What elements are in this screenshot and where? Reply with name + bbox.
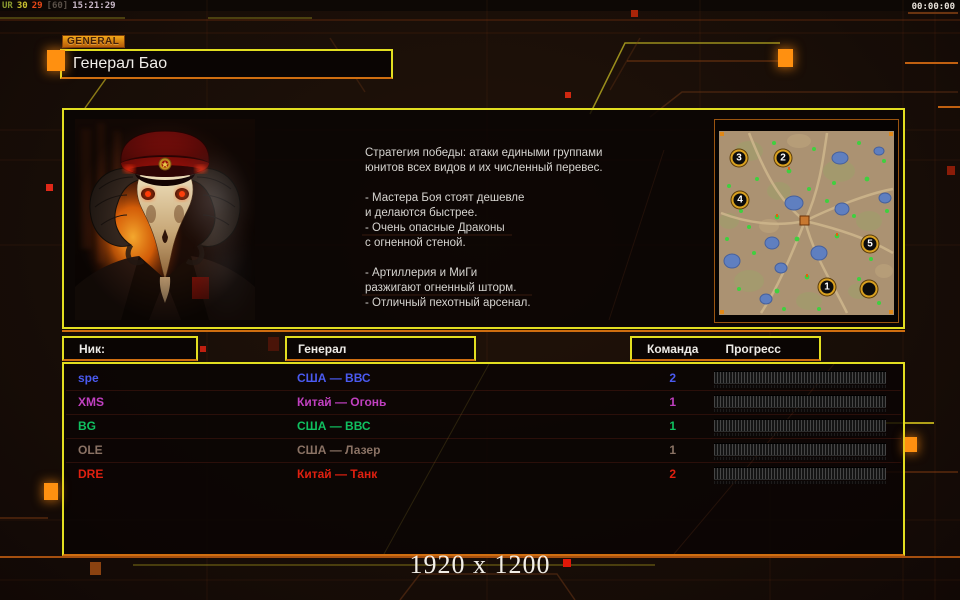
minimap: 3 2 4 5 1 xyxy=(714,119,899,323)
column-header-general: Генерал xyxy=(285,336,476,361)
debug-part: UR xyxy=(2,1,13,11)
map-start-position: 5 xyxy=(861,235,879,253)
deco-square xyxy=(200,346,206,352)
player-row: XMS Китай — Огонь 1 xyxy=(64,391,903,415)
deco-square xyxy=(565,92,571,98)
deco-square xyxy=(90,562,101,575)
player-general: Китай — Танк xyxy=(297,467,378,481)
player-row: BG США — ВВС 1 xyxy=(64,415,903,439)
deco-square xyxy=(631,10,638,17)
map-start-position: 4 xyxy=(731,191,749,209)
minimap-image: 3 2 4 5 1 xyxy=(719,131,894,315)
player-progress-bar xyxy=(714,467,886,484)
description-line xyxy=(365,176,675,191)
nick-header-label: Ник: xyxy=(79,341,106,356)
player-team: 1 xyxy=(669,395,676,409)
column-header-team-progress: Команда Прогресс xyxy=(630,336,821,361)
player-row: OLE США — Лазер 1 xyxy=(64,439,903,463)
player-progress-bar xyxy=(714,419,886,436)
debug-readout: UR 30 29 [60] 15:21:29 xyxy=(2,1,120,11)
player-row: spe США — ВВС 2 xyxy=(64,367,903,391)
description-line: разжигают огненный шторм. xyxy=(365,282,517,294)
description-line: Стратегия победы: атаки едиными группами xyxy=(365,147,603,159)
player-nick: DRE xyxy=(78,467,104,481)
map-start-position: 3 xyxy=(730,149,748,167)
player-general: США — Лазер xyxy=(297,443,381,457)
deco-square xyxy=(947,166,955,175)
progress-header-label: Прогресс xyxy=(725,341,781,356)
player-progress-bar xyxy=(714,443,886,460)
deco-square xyxy=(778,49,793,67)
map-start-position xyxy=(860,280,878,298)
deco-square xyxy=(905,437,917,452)
session-timer: 00:00:00 xyxy=(911,2,955,12)
player-row: DRE Китай — Танк 2 xyxy=(64,463,903,487)
debug-part: 15:21:29 xyxy=(72,1,116,11)
info-panel: Стратегия победы: атаки едиными группами… xyxy=(62,108,905,329)
description-line: и делаются быстрее. xyxy=(365,207,478,219)
player-team: 1 xyxy=(669,443,676,457)
player-progress-bar xyxy=(714,371,886,388)
debug-part: 29 xyxy=(31,1,43,11)
general-tab-label: GENERAL xyxy=(62,35,125,48)
player-nick: OLE xyxy=(78,443,103,457)
map-start-position: 1 xyxy=(818,278,836,296)
general-header-label: Генерал xyxy=(298,341,347,356)
debug-part: 30 xyxy=(16,1,28,11)
description-line: - Отличный пехотный арсенал. xyxy=(365,297,531,309)
deco-square xyxy=(46,184,53,191)
strategy-description: Стратегия победы: атаки едиными группами… xyxy=(365,146,675,311)
player-nick: BG xyxy=(78,419,96,433)
player-general: США — ВВС xyxy=(297,419,371,433)
player-nick: XMS xyxy=(78,395,105,409)
description-line: - Очень опасные Драконы xyxy=(365,222,505,234)
resolution-label: 1920 x 1200 xyxy=(409,550,551,579)
general-name-box: Генерал Бао xyxy=(60,49,393,79)
player-general: Китай — Огонь xyxy=(297,395,387,409)
player-progress-bar xyxy=(714,395,886,412)
player-list: spe США — ВВС 2 XMS Китай — Огонь 1 BG С… xyxy=(62,362,905,556)
loading-screen: UR 30 29 [60] 15:21:29 00:00:00 GENERAL Гене… xyxy=(0,0,960,600)
description-line: юнитов всех видов и их численный перевес… xyxy=(365,162,603,174)
top-bar xyxy=(0,0,960,11)
map-start-position: 2 xyxy=(774,149,792,167)
player-team: 2 xyxy=(669,467,676,481)
general-portrait xyxy=(75,119,255,320)
player-nick: spe xyxy=(78,371,99,385)
player-team: 1 xyxy=(669,419,676,433)
team-header-label: Команда xyxy=(647,341,699,356)
description-line: - Мастера Боя стоят дешевле xyxy=(365,192,525,204)
general-name: Генерал Бао xyxy=(73,55,168,72)
description-line: с огненной стеной. xyxy=(365,237,466,249)
description-line xyxy=(365,251,675,266)
deco-square xyxy=(268,337,279,351)
player-general: США — ВВС xyxy=(297,371,371,385)
deco-square xyxy=(47,50,65,71)
description-line: - Артиллерия и МиГи xyxy=(365,267,478,279)
column-header-nick: Ник: xyxy=(62,336,198,361)
deco-square xyxy=(563,559,571,567)
deco-square xyxy=(44,483,58,500)
player-team: 2 xyxy=(669,371,676,385)
debug-part: [60] xyxy=(46,1,69,11)
